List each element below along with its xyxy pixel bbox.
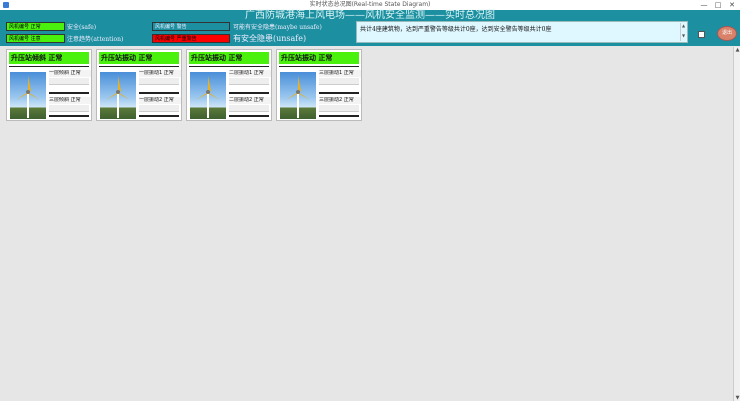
sensor-value-area <box>229 105 269 112</box>
notice-text: 共计4座建筑物，达到严重警告等级共计0座，达到安全警告等级共计0座 <box>360 26 552 33</box>
close-button[interactable]: ✕ <box>725 0 739 10</box>
legend-unsafe-label: 有安全隐患(unsafe) <box>233 34 307 43</box>
window-title: 实时状态总况图(Real-time State Diagram) <box>309 1 431 8</box>
exit-button[interactable]: 退出 <box>717 26 737 41</box>
legend-maybe-unsafe-swatch: 风机编号 警告 <box>152 22 230 31</box>
panel-title[interactable]: 升压站振动 正常 <box>279 52 359 64</box>
wind-turbine-image <box>190 72 226 119</box>
wind-turbine-image <box>100 72 136 119</box>
sensor-value-area <box>319 105 359 112</box>
sensor-value-area <box>319 78 359 85</box>
sensor-label[interactable]: 一层振动1 正常 <box>139 70 181 77</box>
monitor-panel: 升压站振动 正常 一层振动1 正常 一层振动2 正常 <box>96 49 182 121</box>
sensor-bar <box>319 92 359 94</box>
sensor-label[interactable]: 二层振动1 正常 <box>229 70 271 77</box>
monitor-panel: 升压站振动 正常 三层振动1 正常 三层振动2 正常 <box>276 49 362 121</box>
scroll-down-icon[interactable]: ▼ <box>734 395 740 401</box>
monitor-panel: 升压站振动 正常 二层振动1 正常 二层振动2 正常 <box>186 49 272 121</box>
notice-textbox[interactable]: 共计4座建筑物，达到严重警告等级共计0座，达到安全警告等级共计0座 ▲ ▼ <box>356 21 688 43</box>
notice-scroll-up-icon[interactable]: ▲ <box>681 23 686 28</box>
legend-attention-swatch: 风机编号 注意 <box>6 34 65 43</box>
panel-divider <box>189 66 269 67</box>
sensor-value-area <box>229 78 269 85</box>
panel-divider <box>9 66 89 67</box>
main-vertical-scrollbar[interactable]: ▲ ▼ <box>733 47 740 401</box>
sensor-label[interactable]: 三层倾斜 正常 <box>49 97 91 104</box>
panel-title[interactable]: 升压站倾斜 正常 <box>9 52 89 64</box>
legend-safe-swatch: 风机编号 正常 <box>6 22 65 31</box>
sensor-label[interactable]: 一层振动2 正常 <box>139 97 181 104</box>
panel-title[interactable]: 升压站振动 正常 <box>189 52 269 64</box>
turbine-icon <box>196 76 220 118</box>
sensor-label[interactable]: 三层振动1 正常 <box>319 70 361 77</box>
sensor-bar <box>229 115 269 117</box>
legend-attention-label: 注意趋势(attention) <box>67 36 124 43</box>
sensor-bar <box>319 115 359 117</box>
legend-safe-label: 安全(safe) <box>67 24 97 31</box>
notice-scrollbar[interactable]: ▲ ▼ <box>680 23 686 41</box>
sensor-bar <box>139 115 179 117</box>
minimize-button[interactable]: — <box>697 0 711 10</box>
panel-divider <box>279 66 359 67</box>
sensor-label[interactable]: 二层振动2 正常 <box>229 97 271 104</box>
sensor-bar <box>49 115 89 117</box>
sensor-bar <box>49 92 89 94</box>
turbine-icon <box>106 76 130 118</box>
sensor-value-area <box>49 105 89 112</box>
option-checkbox[interactable] <box>698 31 705 38</box>
panel-title[interactable]: 升压站振动 正常 <box>99 52 179 64</box>
maximize-button[interactable]: □ <box>711 0 725 10</box>
sensor-label[interactable]: 三层振动2 正常 <box>319 97 361 104</box>
notice-scroll-down-icon[interactable]: ▼ <box>681 33 686 38</box>
legend-unsafe-swatch: 风机编号 严重警告 <box>152 34 230 43</box>
panel-divider <box>99 66 179 67</box>
monitor-panel: 升压站倾斜 正常 一层倾斜 正常 三层倾斜 正常 <box>6 49 92 121</box>
legend-maybe-unsafe-label: 可能有安全隐患(maybe unsafe) <box>233 24 322 31</box>
sensor-value-area <box>139 78 179 85</box>
sensor-bar <box>139 92 179 94</box>
turbine-icon <box>286 76 310 118</box>
turbine-icon <box>16 76 40 118</box>
sensor-value-area <box>49 78 89 85</box>
sensor-label[interactable]: 一层倾斜 正常 <box>49 70 91 77</box>
wind-turbine-image <box>280 72 316 119</box>
scroll-up-icon[interactable]: ▲ <box>734 47 740 53</box>
wind-turbine-image <box>10 72 46 119</box>
sensor-bar <box>229 92 269 94</box>
sensor-value-area <box>139 105 179 112</box>
